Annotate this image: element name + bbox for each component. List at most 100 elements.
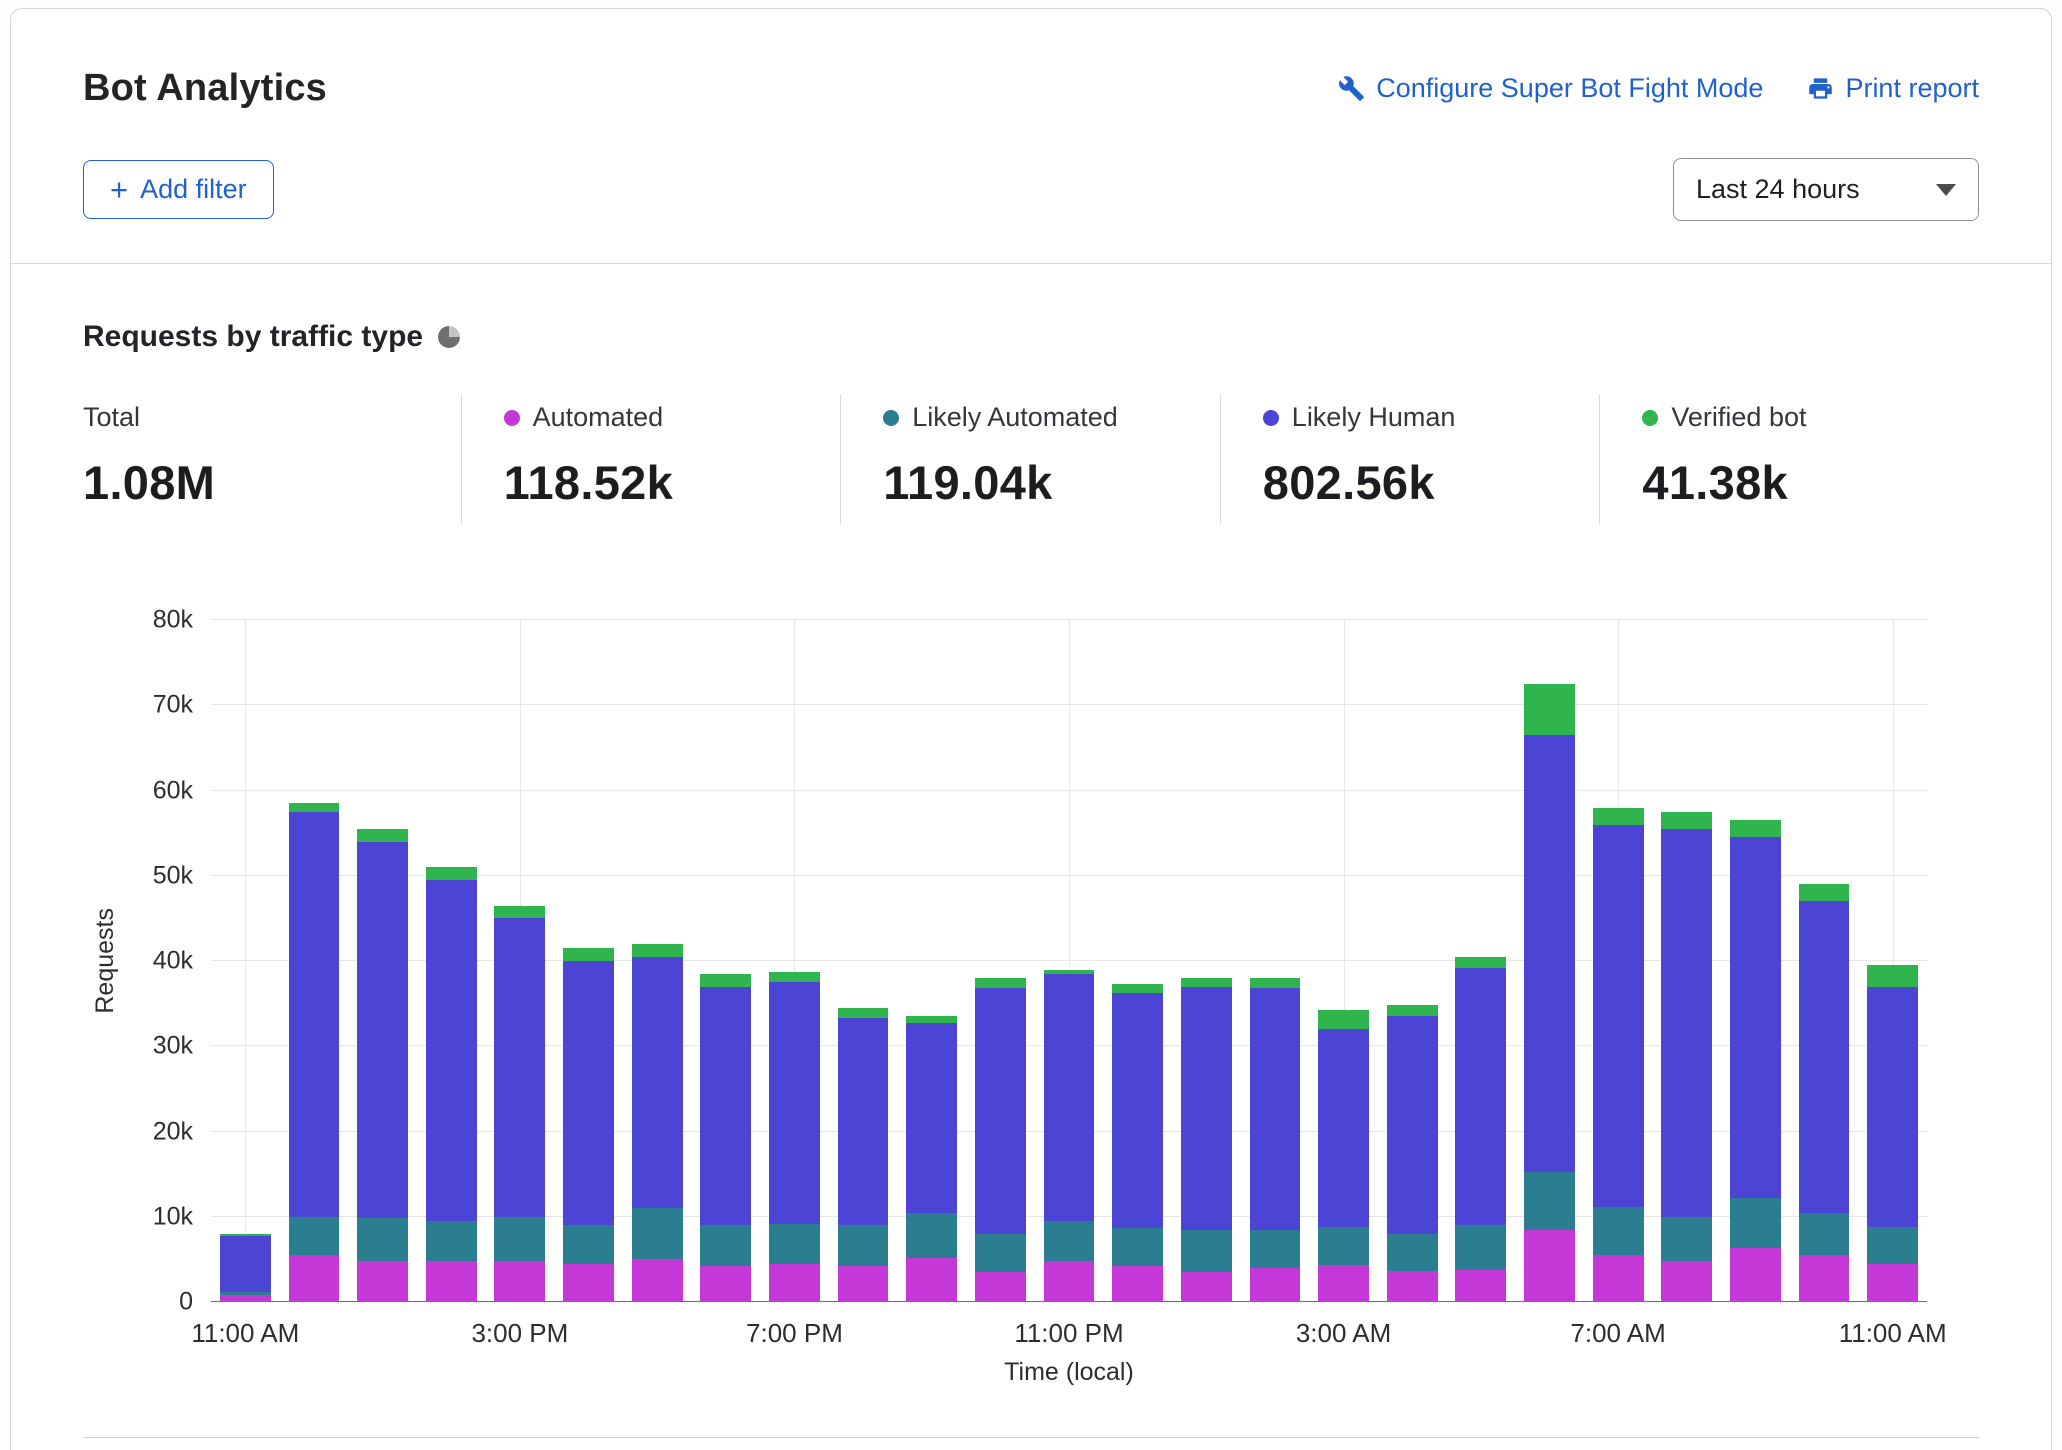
segment-likely_human[interactable] [1730,837,1781,1198]
segment-likely_human[interactable] [563,961,614,1225]
stacked-bar-11-00-pm[interactable] [1044,620,1095,1302]
segment-verified_bot[interactable] [1799,884,1850,901]
segment-likely_automated[interactable] [494,1217,545,1261]
segment-verified_bot[interactable] [563,948,614,961]
segment-likely_human[interactable] [289,812,340,1217]
segment-likely_automated[interactable] [1112,1228,1163,1266]
configure-super-bot-fight-mode-link[interactable]: Configure Super Bot Fight Mode [1338,73,1763,104]
stacked-bar-4-00-am[interactable] [1387,620,1438,1302]
segment-likely_human[interactable] [1867,987,1918,1227]
segment-verified_bot[interactable] [1181,978,1232,987]
segment-likely_human[interactable] [357,842,408,1219]
stacked-bar-3-00-am[interactable] [1318,620,1369,1302]
segment-likely_automated[interactable] [1455,1225,1506,1269]
segment-likely_automated[interactable] [1799,1213,1850,1256]
segment-automated[interactable] [1112,1266,1163,1302]
stacked-bar-2-00-am[interactable] [1250,620,1301,1302]
segment-likely_human[interactable] [769,982,820,1223]
segment-likely_automated[interactable] [700,1225,751,1266]
segment-likely_human[interactable] [838,1018,889,1225]
segment-verified_bot[interactable] [906,1016,957,1023]
stacked-bar-8-00-am[interactable] [1661,620,1712,1302]
segment-verified_bot[interactable] [1661,812,1712,829]
stacked-bar-6-00-am[interactable] [1524,620,1575,1302]
segment-automated[interactable] [1867,1264,1918,1302]
segment-verified_bot[interactable] [975,978,1026,988]
stacked-bar-8-00-pm[interactable] [838,620,889,1302]
segment-likely_automated[interactable] [1867,1227,1918,1264]
segment-automated[interactable] [1318,1265,1369,1302]
add-filter-button[interactable]: + Add filter [83,160,274,219]
segment-automated[interactable] [563,1264,614,1302]
segment-likely_automated[interactable] [563,1225,614,1263]
segment-automated[interactable] [838,1266,889,1302]
stacked-bar-1-00-pm[interactable] [357,620,408,1302]
segment-likely_automated[interactable] [1318,1227,1369,1265]
segment-likely_automated[interactable] [838,1225,889,1266]
segment-likely_human[interactable] [1044,974,1095,1221]
segment-likely_automated[interactable] [975,1234,1026,1272]
segment-verified_bot[interactable] [1593,808,1644,825]
segment-verified_bot[interactable] [1867,965,1918,986]
segment-automated[interactable] [357,1261,408,1302]
segment-automated[interactable] [1455,1270,1506,1302]
segment-likely_automated[interactable] [289,1217,340,1255]
segment-automated[interactable] [494,1261,545,1302]
segment-automated[interactable] [975,1272,1026,1302]
stacked-bar-11-00-am[interactable] [220,620,271,1302]
segment-verified_bot[interactable] [1318,1010,1369,1029]
stacked-bar-12-00-pm[interactable] [289,620,340,1302]
segment-likely_human[interactable] [1112,993,1163,1228]
segment-likely_human[interactable] [494,918,545,1216]
segment-verified_bot[interactable] [1455,957,1506,968]
stacked-bar-9-00-am[interactable] [1730,620,1781,1302]
stacked-bar-5-00-am[interactable] [1455,620,1506,1302]
segment-likely_automated[interactable] [1250,1230,1301,1268]
segment-likely_human[interactable] [1455,968,1506,1225]
segment-likely_human[interactable] [220,1236,271,1291]
stacked-bar-10-00-pm[interactable] [975,620,1026,1302]
segment-likely_human[interactable] [906,1023,957,1212]
segment-likely_automated[interactable] [769,1224,820,1264]
segment-likely_human[interactable] [1593,825,1644,1207]
segment-automated[interactable] [1661,1261,1712,1302]
segment-automated[interactable] [1387,1271,1438,1302]
segment-automated[interactable] [1799,1255,1850,1302]
segment-likely_automated[interactable] [1524,1172,1575,1230]
segment-likely_automated[interactable] [1044,1221,1095,1261]
stacked-bar-12-00-am[interactable] [1112,620,1163,1302]
segment-verified_bot[interactable] [1250,978,1301,988]
segment-automated[interactable] [700,1266,751,1302]
segment-likely_automated[interactable] [1387,1234,1438,1272]
segment-verified_bot[interactable] [289,803,340,812]
segment-automated[interactable] [1181,1272,1232,1302]
segment-verified_bot[interactable] [494,906,545,919]
stacked-bar-10-00-am[interactable] [1799,620,1850,1302]
segment-automated[interactable] [220,1295,271,1302]
segment-likely_human[interactable] [1799,901,1850,1212]
stacked-bar-7-00-pm[interactable] [769,620,820,1302]
time-range-select[interactable]: Last 24 hours [1673,158,1979,221]
segment-likely_human[interactable] [700,987,751,1226]
stacked-bar-11-00-am[interactable] [1867,620,1918,1302]
stacked-bar-6-00-pm[interactable] [700,620,751,1302]
segment-likely_automated[interactable] [1181,1230,1232,1273]
segment-likely_human[interactable] [1524,735,1575,1171]
segment-automated[interactable] [1250,1268,1301,1302]
segment-verified_bot[interactable] [1387,1005,1438,1016]
segment-likely_human[interactable] [632,957,683,1208]
stacked-bar-2-00-pm[interactable] [426,620,477,1302]
segment-verified_bot[interactable] [357,829,408,842]
segment-automated[interactable] [632,1259,683,1302]
segment-likely_human[interactable] [1318,1029,1369,1227]
segment-verified_bot[interactable] [838,1008,889,1018]
segment-likely_human[interactable] [426,880,477,1221]
segment-verified_bot[interactable] [1112,984,1163,993]
stacked-bar-9-00-pm[interactable] [906,620,957,1302]
segment-likely_automated[interactable] [906,1213,957,1258]
segment-verified_bot[interactable] [632,944,683,957]
stacked-bar-7-00-am[interactable] [1593,620,1644,1302]
segment-automated[interactable] [1593,1255,1644,1302]
segment-verified_bot[interactable] [1524,684,1575,735]
segment-automated[interactable] [1730,1248,1781,1302]
